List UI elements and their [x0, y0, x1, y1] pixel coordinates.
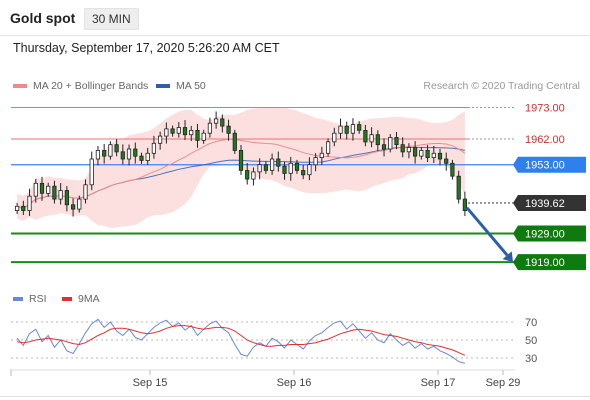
candle-body [33, 182, 38, 197]
candle-body [381, 144, 387, 150]
candle-body [263, 164, 269, 171]
candle-body [46, 185, 51, 194]
candle-body [133, 148, 138, 157]
projection-arrow-shaft [465, 206, 509, 257]
level-tag-label-1939-62: 1939.62 [525, 198, 565, 210]
candle-body [14, 205, 20, 212]
candle-body [444, 158, 449, 164]
candle-body [207, 122, 212, 134]
candle-body [64, 190, 69, 206]
candle-body [77, 198, 82, 210]
bottom-frame [0, 396, 590, 397]
candle-body [220, 118, 225, 127]
candle-body [95, 149, 100, 160]
level-label-1973-00: 1973.00 [525, 102, 565, 114]
x-axis-label: Sep 15 [133, 377, 168, 389]
candle-body [363, 129, 368, 143]
candle-body [313, 157, 318, 166]
level-tag-label-1919-00: 1919.00 [525, 257, 565, 269]
x-axis-label: Sep 17 [421, 377, 456, 389]
candle-body [406, 147, 412, 153]
candle-body [450, 162, 455, 177]
level-tag-label-1929-00: 1929.00 [525, 228, 565, 240]
candle-body [294, 162, 300, 171]
candle-body [39, 182, 45, 194]
candle-body [114, 144, 119, 153]
candle-body [157, 135, 163, 144]
candle-body [388, 137, 393, 150]
candle-body [276, 158, 281, 167]
candle-body [201, 132, 206, 141]
candle-body [232, 132, 237, 151]
candle-body [89, 158, 94, 186]
candle-body [226, 125, 231, 134]
candle-body [139, 155, 144, 161]
candle-body [238, 149, 244, 171]
candle-body [350, 124, 356, 134]
candle-body [301, 170, 306, 176]
candle-body [213, 118, 219, 124]
candle-body [182, 127, 188, 136]
rsi-level-label-30: 30 [525, 353, 537, 365]
candle-body [151, 142, 156, 154]
candle-body [412, 147, 418, 157]
candle-body [52, 185, 57, 200]
candle-body [27, 195, 32, 211]
rsi-line [16, 318, 466, 364]
candle-body [83, 184, 88, 200]
candle-body [21, 205, 26, 212]
candle-body [425, 149, 430, 158]
candle-body [245, 170, 250, 180]
candle-body [332, 132, 337, 143]
candle-body [120, 151, 125, 160]
level-tag-label-1953-00: 1953.00 [525, 160, 565, 172]
candle-body [288, 162, 293, 174]
candle-body [307, 164, 312, 176]
candle-body [71, 204, 76, 210]
candle-body [338, 125, 343, 134]
rsi-level-label-70: 70 [525, 317, 537, 329]
rsi-level-label-50: 50 [525, 335, 537, 347]
candle-body [456, 175, 461, 200]
candle-body [164, 128, 169, 137]
candle-body [257, 164, 262, 173]
candle-body [437, 152, 443, 160]
level-label-1962-00: 1962.00 [525, 134, 565, 146]
candle-body [108, 144, 113, 157]
candle-body [369, 134, 374, 143]
candle-body [251, 171, 256, 180]
candle-body [145, 152, 150, 161]
candle-body [102, 149, 107, 157]
x-axis-label: Sep 29 [486, 377, 521, 389]
price-chart: 1973.00 1962.00 1953.00 1939.62 1929.00 1919.… [10, 102, 586, 389]
candle-body [419, 149, 424, 157]
candle-body [375, 134, 380, 146]
candle-body [269, 158, 275, 171]
candle-body [394, 137, 399, 146]
candle-body [126, 148, 132, 160]
candle-body [189, 129, 194, 136]
candle-body [357, 124, 362, 131]
x-axis-label: Sep 16 [277, 377, 312, 389]
candle-body [176, 127, 181, 134]
candle-body [282, 165, 287, 174]
candle-body [431, 152, 436, 159]
candle-body [195, 129, 200, 141]
candle-body [344, 125, 349, 134]
candle-body [170, 128, 175, 134]
candle-body [58, 190, 63, 200]
candle-body [319, 152, 324, 159]
candle-body [400, 144, 405, 153]
candle-body [325, 141, 331, 154]
